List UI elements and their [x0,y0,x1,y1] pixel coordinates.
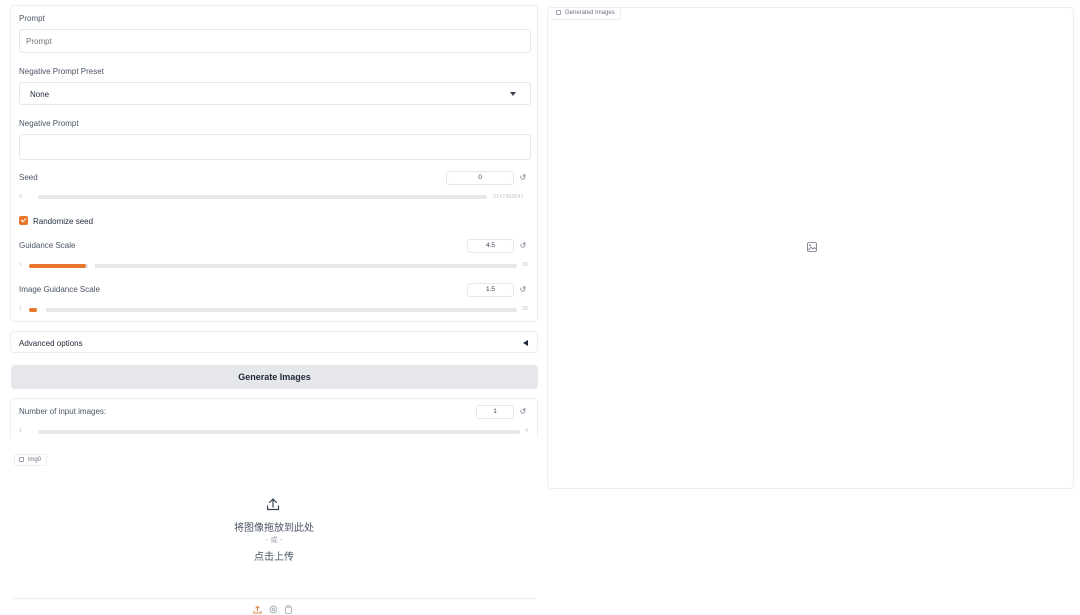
click-upload-text: 点击上传 [254,552,294,563]
image-guidance-max: 30 [522,306,529,312]
generated-images-gallery: Generated Images [547,7,1074,489]
upload-icon[interactable] [253,605,262,614]
image-icon [807,242,817,252]
image-guidance-thumb[interactable] [37,306,46,314]
seed-max: 2147483647 [493,194,524,200]
image-icon [19,456,24,462]
image-guidance-slider-fill [29,308,37,312]
num-input-images-slider[interactable] [38,430,520,434]
negative-prompt-input[interactable] [19,134,531,160]
negative-preset-value: None [30,90,50,99]
generated-images-label: Generated Images [565,10,615,16]
image-guidance-slider[interactable] [29,308,517,312]
img0-label-chip: img0 [14,454,48,466]
negative-prompt-label: Negative Prompt [19,119,79,128]
generated-images-label-chip: Generated Images [552,8,621,20]
seed-label: Seed [19,173,38,182]
image-icon [556,9,561,15]
generate-images-button[interactable]: Generate Images [11,365,538,389]
guidance-max: 30 [522,262,529,268]
guidance-scale-number-input[interactable]: 4.5 [467,239,514,253]
clipboard-icon[interactable] [284,605,293,614]
advanced-options-accordion[interactable]: Advanced options [10,331,538,353]
num-input-images-number-input[interactable]: 1 [476,405,514,419]
num-input-images-max: 4 [525,428,529,434]
prompt-input[interactable] [19,29,531,53]
reset-icon[interactable]: ↺ [516,405,530,419]
advanced-options-label: Advanced options [19,339,83,348]
negative-preset-label: Negative Prompt Preset [19,67,104,76]
num-input-images-min: 1 [19,428,23,434]
seed-min: 0 [19,194,23,200]
drop-text: 将图像拖放到此处 [234,523,314,534]
num-input-images-panel: Number of input images: 1 ↺ 1 4 [10,398,538,438]
reset-icon[interactable]: ↺ [516,171,530,185]
upload-icon [266,498,280,511]
parameters-panel: Prompt Negative Prompt Preset None Negat… [10,5,538,322]
img0-label: img0 [28,457,42,463]
image-guidance-scale-label: Image Guidance Scale [19,285,100,294]
webcam-icon[interactable] [269,605,278,614]
randomize-seed-checkbox[interactable] [19,216,28,225]
divider [12,598,536,599]
prompt-label: Prompt [19,14,45,23]
randomize-seed-label: Randomize seed [33,217,94,226]
or-text: - 或 - [265,536,283,544]
image-upload-dropzone[interactable]: img0 将图像拖放到此处 - 或 - 点击上传 [10,450,538,615]
image-guidance-number-input[interactable]: 1.5 [467,283,514,297]
guidance-scale-slider-fill [29,264,86,268]
chevron-down-icon [510,92,516,96]
guidance-scale-label: Guidance Scale [19,241,76,250]
guidance-scale-slider[interactable] [29,264,517,268]
seed-number-input[interactable]: 0 [446,171,514,185]
guidance-scale-thumb[interactable] [88,262,95,270]
guidance-min: 1 [19,262,23,268]
chevron-left-icon [523,340,528,346]
reset-icon[interactable]: ↺ [516,239,530,253]
reset-icon[interactable]: ↺ [516,283,530,297]
seed-slider[interactable] [38,195,487,199]
negative-preset-dropdown[interactable]: None [19,82,531,105]
image-guidance-min: 1 [19,306,23,312]
num-input-images-label: Number of input images: [19,407,107,416]
